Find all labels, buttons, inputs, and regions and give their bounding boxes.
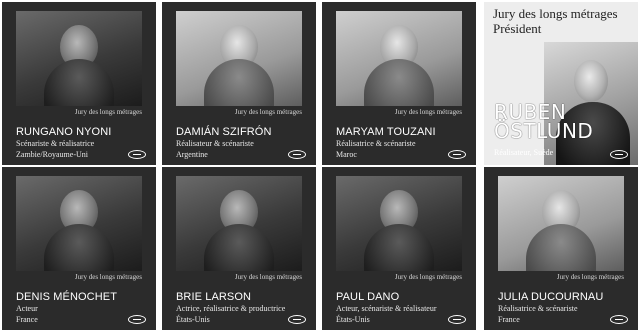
member-country: Argentine — [176, 150, 208, 159]
festival-logo-icon — [128, 315, 146, 324]
jury-label: Jury des longs métrages — [234, 273, 302, 281]
member-name: JULIA DUCOURNAU — [498, 291, 604, 303]
member-country: France — [16, 315, 38, 324]
jury-label: Jury des longs métrages — [493, 6, 618, 21]
member-name: PAUL DANO — [336, 291, 400, 303]
festival-logo-icon — [128, 150, 146, 159]
jury-label: Jury des longs métrages — [394, 108, 462, 116]
member-country: États-Unis — [176, 315, 210, 324]
portrait-photo — [16, 176, 142, 271]
member-name: MARYAM TOUZANI — [336, 126, 436, 138]
festival-logo-icon — [448, 150, 466, 159]
member-country: Zambie/Royaume-Uni — [16, 150, 88, 159]
festival-logo-icon — [610, 315, 628, 324]
jury-grid: Jury des longs métrages RUNGANO NYONI Sc… — [0, 0, 640, 331]
festival-logo-icon — [448, 315, 466, 324]
jury-label: Jury des longs métrages — [556, 273, 624, 281]
jury-label: Jury des longs métrages — [74, 108, 142, 116]
member-country: Maroc — [336, 150, 357, 159]
portrait-photo — [498, 176, 624, 271]
jury-card-6[interactable]: Jury des longs métrages PAUL DANO Acteur… — [322, 167, 476, 330]
jury-card-3[interactable]: Jury des longs métrages MARYAM TOUZANI R… — [322, 2, 476, 165]
portrait-photo — [176, 176, 302, 271]
festival-logo-icon — [610, 150, 628, 159]
festival-logo-icon — [288, 150, 306, 159]
president-card[interactable]: Jury des longs métrages Président RUBEN … — [484, 2, 638, 165]
member-role: Réalisatrice & scénariste — [498, 304, 578, 313]
member-role: Réalisatrice & scénariste — [336, 139, 416, 148]
member-name: DAMIÁN SZIFRÓN — [176, 126, 272, 138]
member-role: Acteur — [16, 304, 38, 313]
president-title: Président — [493, 21, 542, 36]
member-name: RUNGANO NYONI — [16, 126, 112, 138]
jury-card-5[interactable]: Jury des longs métrages BRIE LARSON Actr… — [162, 167, 316, 330]
jury-card-1[interactable]: Jury des longs métrages RUNGANO NYONI Sc… — [2, 2, 156, 165]
member-country: États-Unis — [336, 315, 370, 324]
president-role: Réalisateur, Suède — [494, 148, 554, 157]
portrait-photo — [176, 11, 302, 106]
festival-logo-icon — [288, 315, 306, 324]
jury-label: Jury des longs métrages — [394, 273, 462, 281]
portrait-photo — [16, 11, 142, 106]
jury-card-4[interactable]: Jury des longs métrages DENIS MÉNOCHET A… — [2, 167, 156, 330]
jury-card-7[interactable]: Jury des longs métrages JULIA DUCOURNAU … — [484, 167, 638, 330]
jury-label: Jury des longs métrages — [234, 108, 302, 116]
member-name: DENIS MÉNOCHET — [16, 291, 118, 303]
jury-card-2[interactable]: Jury des longs métrages DAMIÁN SZIFRÓN R… — [162, 2, 316, 165]
portrait-photo — [336, 176, 462, 271]
member-name: BRIE LARSON — [176, 291, 252, 303]
president-name: RUBEN ÖSTLUND — [494, 102, 594, 143]
president-name-line2: ÖSTLUND — [494, 119, 594, 143]
portrait-photo — [336, 11, 462, 106]
member-role: Scénariste & réalisatrice — [16, 139, 95, 148]
member-role: Actrice, réalisatrice & productrice — [176, 304, 286, 313]
member-role: Réalisateur & scénariste — [176, 139, 254, 148]
member-country: France — [498, 315, 520, 324]
member-role: Acteur, scénariste & réalisateur — [336, 304, 437, 313]
jury-label: Jury des longs métrages — [74, 273, 142, 281]
